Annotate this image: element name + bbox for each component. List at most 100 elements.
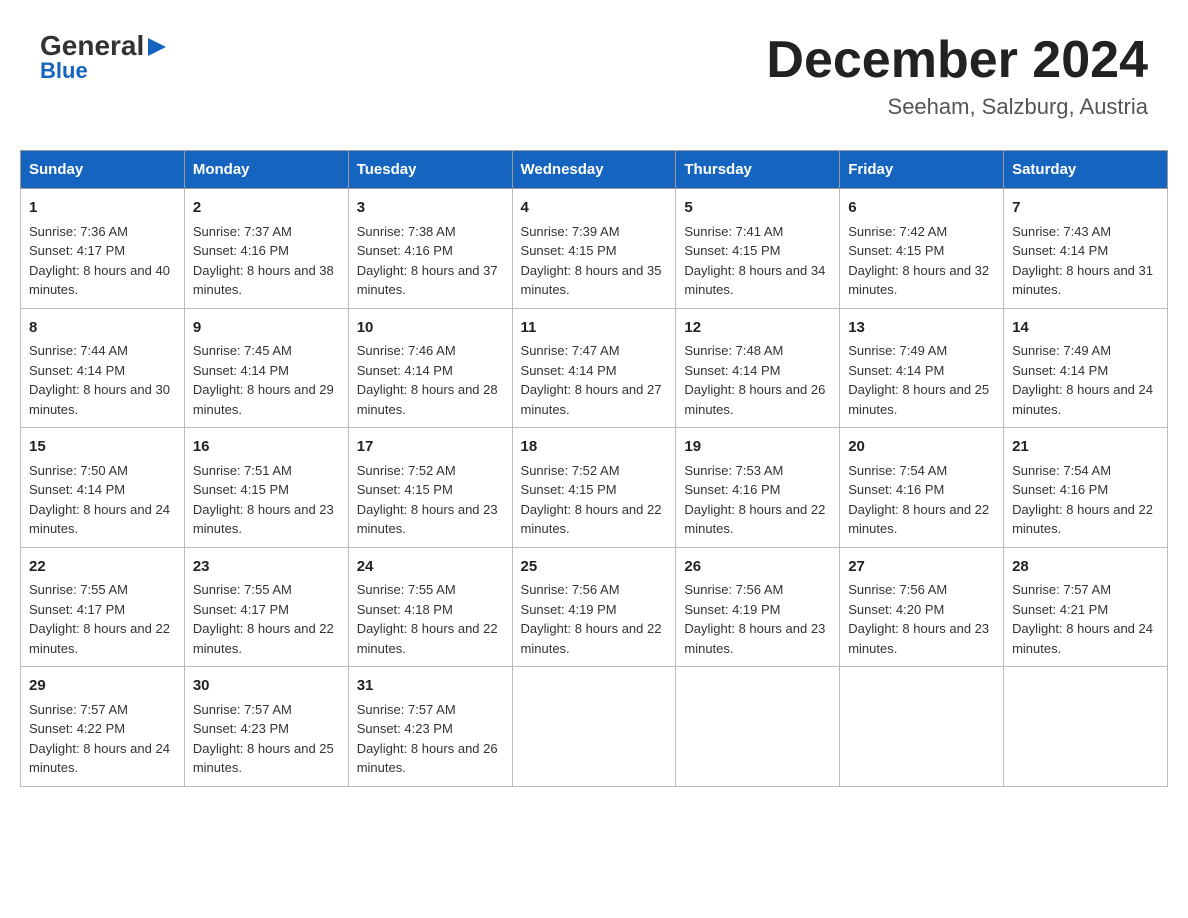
day-daylight: Daylight: 8 hours and 25 minutes. [193,741,334,776]
day-sunrise: Sunrise: 7:49 AM [848,343,947,358]
day-sunset: Sunset: 4:14 PM [684,363,780,378]
day-daylight: Daylight: 8 hours and 24 minutes. [29,741,170,776]
day-sunrise: Sunrise: 7:57 AM [193,702,292,717]
calendar-cell: 28 Sunrise: 7:57 AM Sunset: 4:21 PM Dayl… [1004,547,1168,667]
calendar-cell: 12 Sunrise: 7:48 AM Sunset: 4:14 PM Dayl… [676,308,840,428]
day-number: 15 [29,436,176,459]
calendar-cell: 9 Sunrise: 7:45 AM Sunset: 4:14 PM Dayli… [184,308,348,428]
calendar-cell [512,667,676,787]
calendar-cell: 20 Sunrise: 7:54 AM Sunset: 4:16 PM Dayl… [840,428,1004,548]
calendar-week-5: 29 Sunrise: 7:57 AM Sunset: 4:22 PM Dayl… [21,667,1168,787]
day-sunset: Sunset: 4:19 PM [521,602,617,617]
calendar-cell: 3 Sunrise: 7:38 AM Sunset: 4:16 PM Dayli… [348,189,512,309]
day-daylight: Daylight: 8 hours and 24 minutes. [29,502,170,537]
calendar-cell: 1 Sunrise: 7:36 AM Sunset: 4:17 PM Dayli… [21,189,185,309]
day-daylight: Daylight: 8 hours and 22 minutes. [848,502,989,537]
day-daylight: Daylight: 8 hours and 24 minutes. [1012,621,1153,656]
header-monday: Monday [184,151,348,189]
day-number: 17 [357,436,504,459]
day-daylight: Daylight: 8 hours and 28 minutes. [357,382,498,417]
day-sunrise: Sunrise: 7:39 AM [521,224,620,239]
day-daylight: Daylight: 8 hours and 32 minutes. [848,263,989,298]
day-number: 5 [684,197,831,220]
day-number: 26 [684,556,831,579]
day-sunrise: Sunrise: 7:36 AM [29,224,128,239]
calendar-cell: 17 Sunrise: 7:52 AM Sunset: 4:15 PM Dayl… [348,428,512,548]
day-sunrise: Sunrise: 7:55 AM [29,582,128,597]
day-daylight: Daylight: 8 hours and 22 minutes. [521,502,662,537]
calendar-cell: 22 Sunrise: 7:55 AM Sunset: 4:17 PM Dayl… [21,547,185,667]
day-sunset: Sunset: 4:14 PM [193,363,289,378]
day-sunset: Sunset: 4:19 PM [684,602,780,617]
day-number: 4 [521,197,668,220]
day-number: 30 [193,675,340,698]
day-number: 7 [1012,197,1159,220]
day-sunset: Sunset: 4:14 PM [29,363,125,378]
day-sunrise: Sunrise: 7:56 AM [848,582,947,597]
day-daylight: Daylight: 8 hours and 22 minutes. [521,621,662,656]
calendar-table: Sunday Monday Tuesday Wednesday Thursday… [20,150,1168,787]
calendar-cell: 18 Sunrise: 7:52 AM Sunset: 4:15 PM Dayl… [512,428,676,548]
day-sunrise: Sunrise: 7:51 AM [193,463,292,478]
day-daylight: Daylight: 8 hours and 22 minutes. [357,621,498,656]
day-sunset: Sunset: 4:23 PM [193,721,289,736]
calendar-cell [840,667,1004,787]
day-sunset: Sunset: 4:14 PM [1012,363,1108,378]
day-number: 23 [193,556,340,579]
day-sunrise: Sunrise: 7:37 AM [193,224,292,239]
calendar-cell: 21 Sunrise: 7:54 AM Sunset: 4:16 PM Dayl… [1004,428,1168,548]
calendar-cell: 2 Sunrise: 7:37 AM Sunset: 4:16 PM Dayli… [184,189,348,309]
day-sunset: Sunset: 4:14 PM [1012,243,1108,258]
day-number: 18 [521,436,668,459]
calendar-cell: 6 Sunrise: 7:42 AM Sunset: 4:15 PM Dayli… [840,189,1004,309]
day-sunset: Sunset: 4:16 PM [193,243,289,258]
day-number: 24 [357,556,504,579]
header-thursday: Thursday [676,151,840,189]
calendar-week-4: 22 Sunrise: 7:55 AM Sunset: 4:17 PM Dayl… [21,547,1168,667]
calendar-cell: 4 Sunrise: 7:39 AM Sunset: 4:15 PM Dayli… [512,189,676,309]
calendar-cell: 16 Sunrise: 7:51 AM Sunset: 4:15 PM Dayl… [184,428,348,548]
day-sunrise: Sunrise: 7:56 AM [521,582,620,597]
day-sunset: Sunset: 4:21 PM [1012,602,1108,617]
day-sunrise: Sunrise: 7:45 AM [193,343,292,358]
calendar-cell: 30 Sunrise: 7:57 AM Sunset: 4:23 PM Dayl… [184,667,348,787]
day-daylight: Daylight: 8 hours and 31 minutes. [1012,263,1153,298]
day-daylight: Daylight: 8 hours and 22 minutes. [193,621,334,656]
day-number: 16 [193,436,340,459]
header-friday: Friday [840,151,1004,189]
day-number: 11 [521,317,668,340]
day-sunset: Sunset: 4:14 PM [357,363,453,378]
day-daylight: Daylight: 8 hours and 24 minutes. [1012,382,1153,417]
day-daylight: Daylight: 8 hours and 37 minutes. [357,263,498,298]
day-sunrise: Sunrise: 7:52 AM [521,463,620,478]
day-number: 9 [193,317,340,340]
header-wednesday: Wednesday [512,151,676,189]
day-sunrise: Sunrise: 7:38 AM [357,224,456,239]
day-sunset: Sunset: 4:22 PM [29,721,125,736]
calendar-cell: 26 Sunrise: 7:56 AM Sunset: 4:19 PM Dayl… [676,547,840,667]
day-sunset: Sunset: 4:15 PM [521,482,617,497]
day-sunrise: Sunrise: 7:52 AM [357,463,456,478]
day-number: 29 [29,675,176,698]
header-tuesday: Tuesday [348,151,512,189]
day-sunset: Sunset: 4:15 PM [193,482,289,497]
calendar-cell: 29 Sunrise: 7:57 AM Sunset: 4:22 PM Dayl… [21,667,185,787]
day-daylight: Daylight: 8 hours and 25 minutes. [848,382,989,417]
day-daylight: Daylight: 8 hours and 40 minutes. [29,263,170,298]
day-number: 10 [357,317,504,340]
calendar-week-3: 15 Sunrise: 7:50 AM Sunset: 4:14 PM Dayl… [21,428,1168,548]
calendar-header-row: Sunday Monday Tuesday Wednesday Thursday… [21,151,1168,189]
day-sunset: Sunset: 4:16 PM [684,482,780,497]
day-number: 19 [684,436,831,459]
calendar-cell: 27 Sunrise: 7:56 AM Sunset: 4:20 PM Dayl… [840,547,1004,667]
day-sunset: Sunset: 4:17 PM [29,243,125,258]
day-sunrise: Sunrise: 7:57 AM [357,702,456,717]
day-sunset: Sunset: 4:15 PM [521,243,617,258]
day-sunset: Sunset: 4:15 PM [684,243,780,258]
day-daylight: Daylight: 8 hours and 22 minutes. [1012,502,1153,537]
day-number: 25 [521,556,668,579]
day-sunset: Sunset: 4:14 PM [848,363,944,378]
day-daylight: Daylight: 8 hours and 23 minutes. [357,502,498,537]
day-daylight: Daylight: 8 hours and 35 minutes. [521,263,662,298]
day-sunrise: Sunrise: 7:57 AM [1012,582,1111,597]
